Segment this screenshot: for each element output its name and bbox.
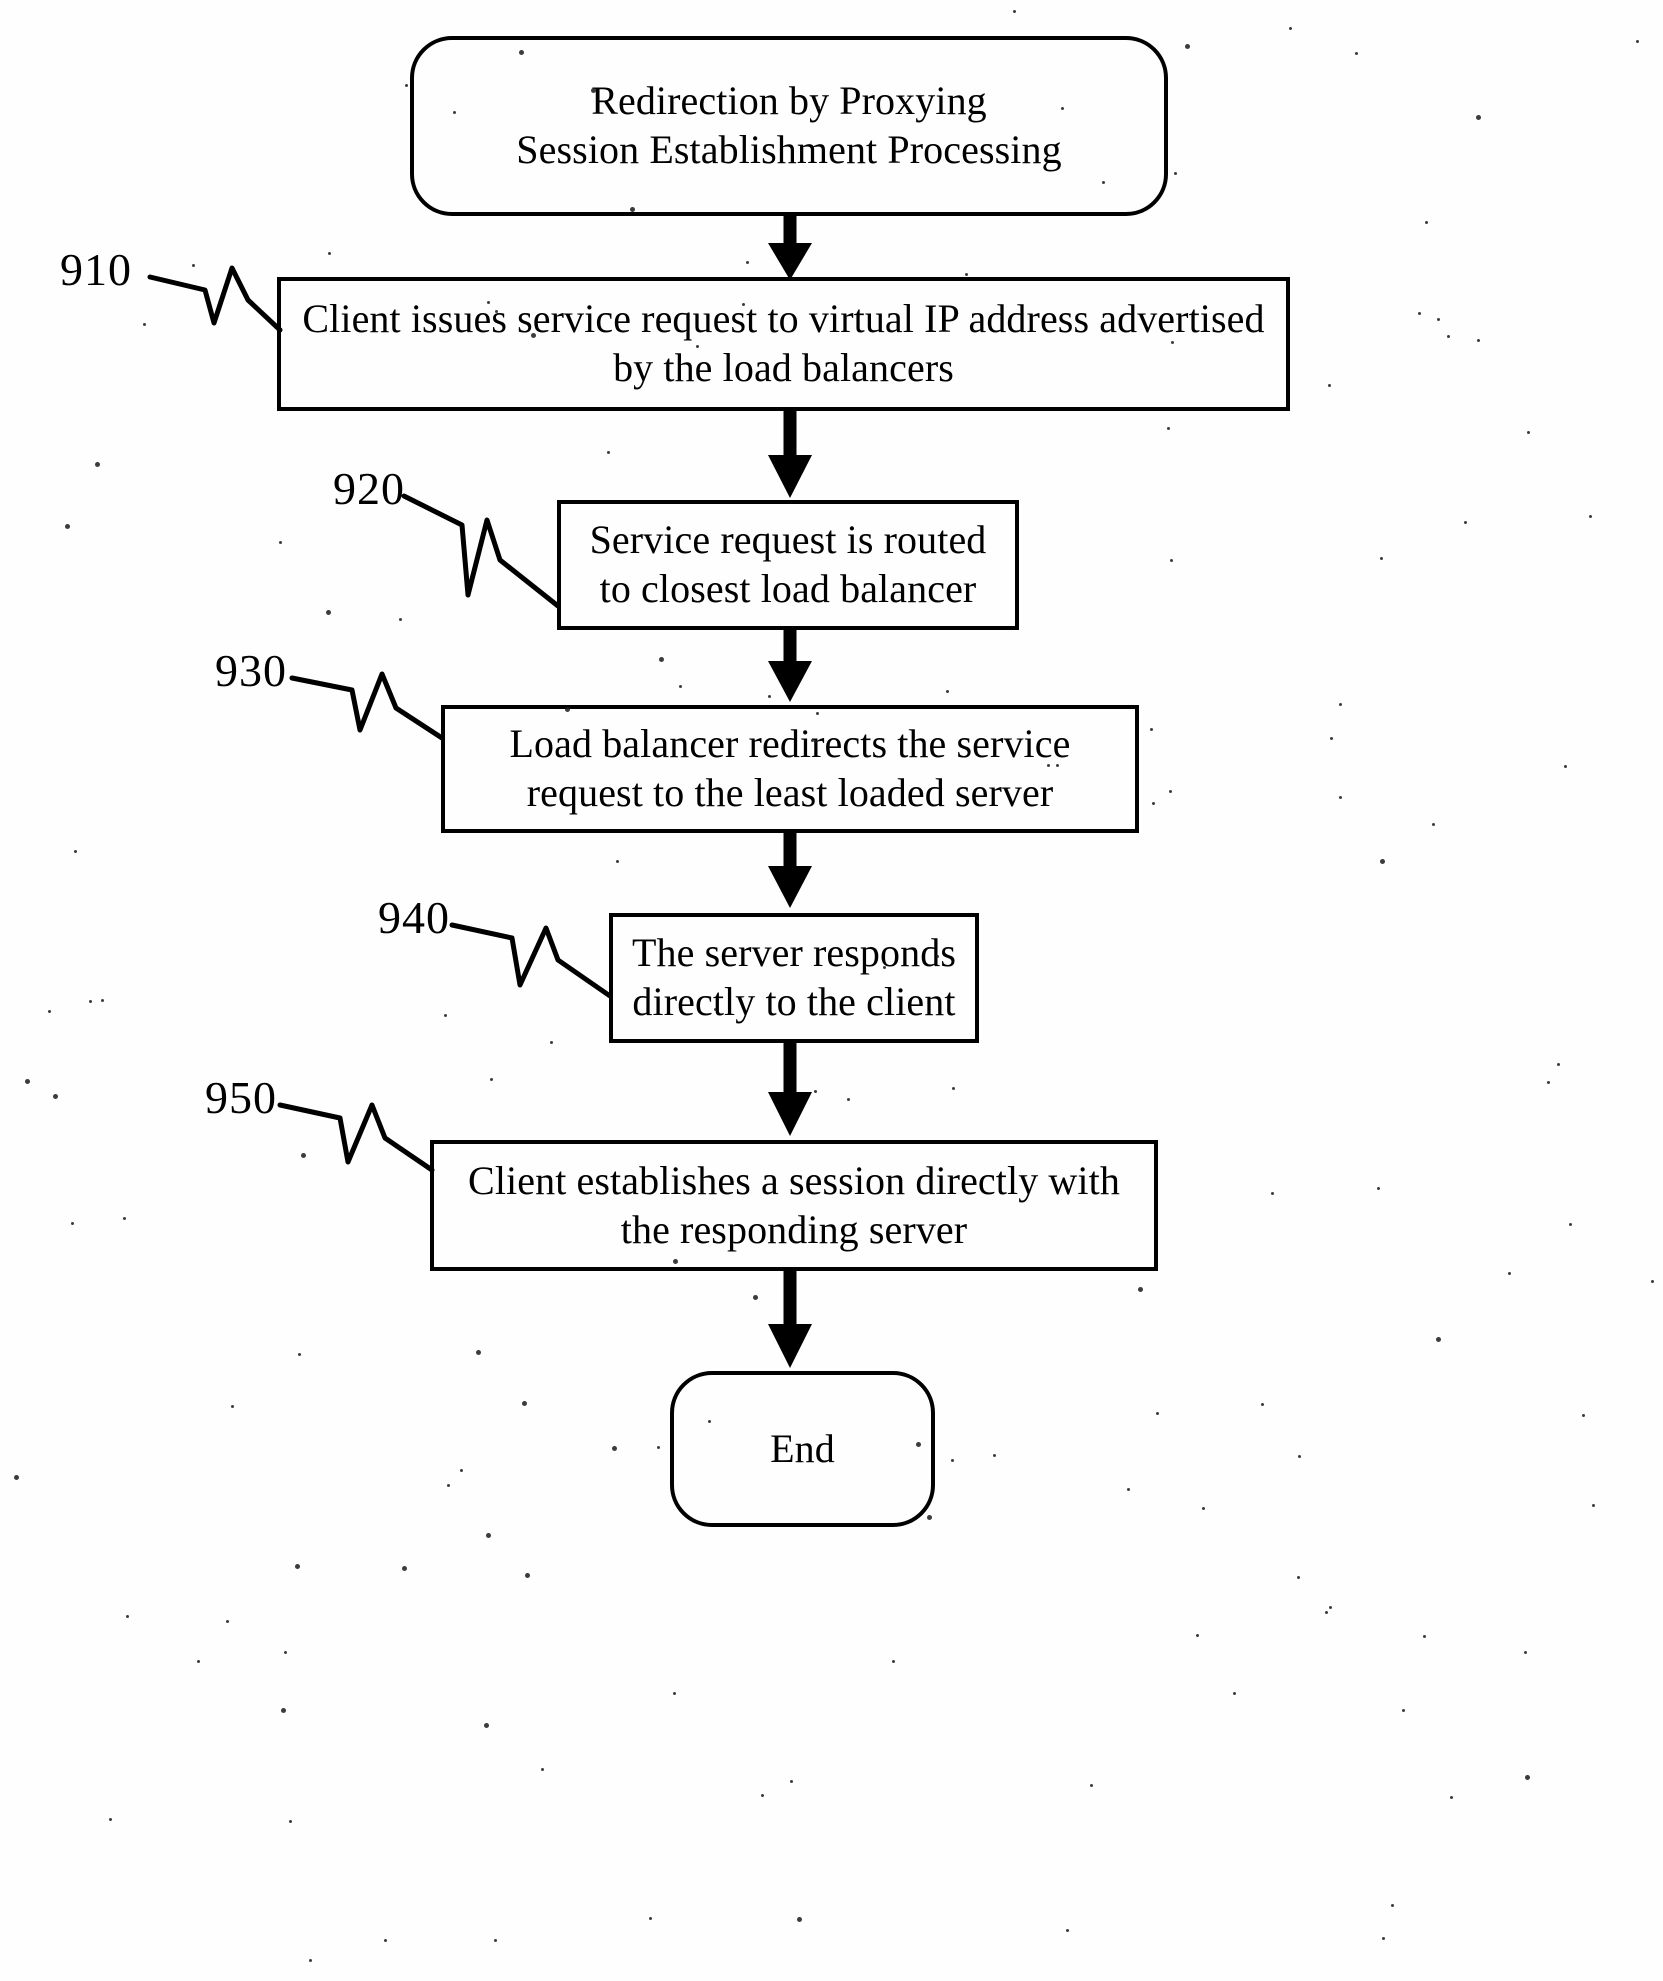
node-step-920-label: Service request is routed to closest loa…: [589, 517, 987, 611]
node-step-940-label: The server responds directly to the clie…: [631, 930, 956, 1024]
reference-numeral-930: 930: [215, 645, 287, 696]
connector-start-to-910: [768, 213, 812, 280]
leader-line-930: [289, 671, 445, 741]
node-start: Redirection by Proxying Session Establis…: [410, 36, 1168, 216]
node-end-label: End: [770, 1425, 835, 1471]
leader-line-940: [449, 922, 613, 999]
leader-line-910: [147, 265, 283, 333]
connector-930-to-940: [768, 832, 812, 908]
connector-950-to-end: [768, 1270, 812, 1368]
leader-line-950: [277, 1102, 435, 1173]
node-end: End: [670, 1371, 935, 1527]
reference-numeral-920: 920: [333, 463, 405, 514]
connector-920-to-930: [768, 629, 812, 702]
reference-numeral-940: 940: [378, 892, 450, 943]
node-step-910: Client issues service request to virtual…: [277, 277, 1290, 411]
connector-940-to-950: [768, 1042, 812, 1136]
node-step-950: Client establishes a session directly wi…: [430, 1140, 1158, 1271]
reference-numeral-910: 910: [60, 244, 132, 295]
patent-figure-page: Redirection by Proxying Session Establis…: [0, 0, 1663, 1981]
leader-line-920: [401, 493, 561, 609]
node-step-950-label: Client establishes a session directly wi…: [468, 1157, 1120, 1252]
node-start-label: Redirection by Proxying Session Establis…: [516, 78, 1062, 172]
node-step-920: Service request is routed to closest loa…: [557, 500, 1019, 630]
reference-numeral-950: 950: [205, 1072, 277, 1123]
connector-910-to-920: [768, 410, 812, 498]
node-step-940: The server responds directly to the clie…: [609, 913, 979, 1043]
node-step-930-label: Load balancer redirects the service requ…: [509, 721, 1071, 815]
node-step-910-label: Client issues service request to virtual…: [302, 296, 1265, 390]
node-step-930: Load balancer redirects the service requ…: [441, 705, 1139, 833]
